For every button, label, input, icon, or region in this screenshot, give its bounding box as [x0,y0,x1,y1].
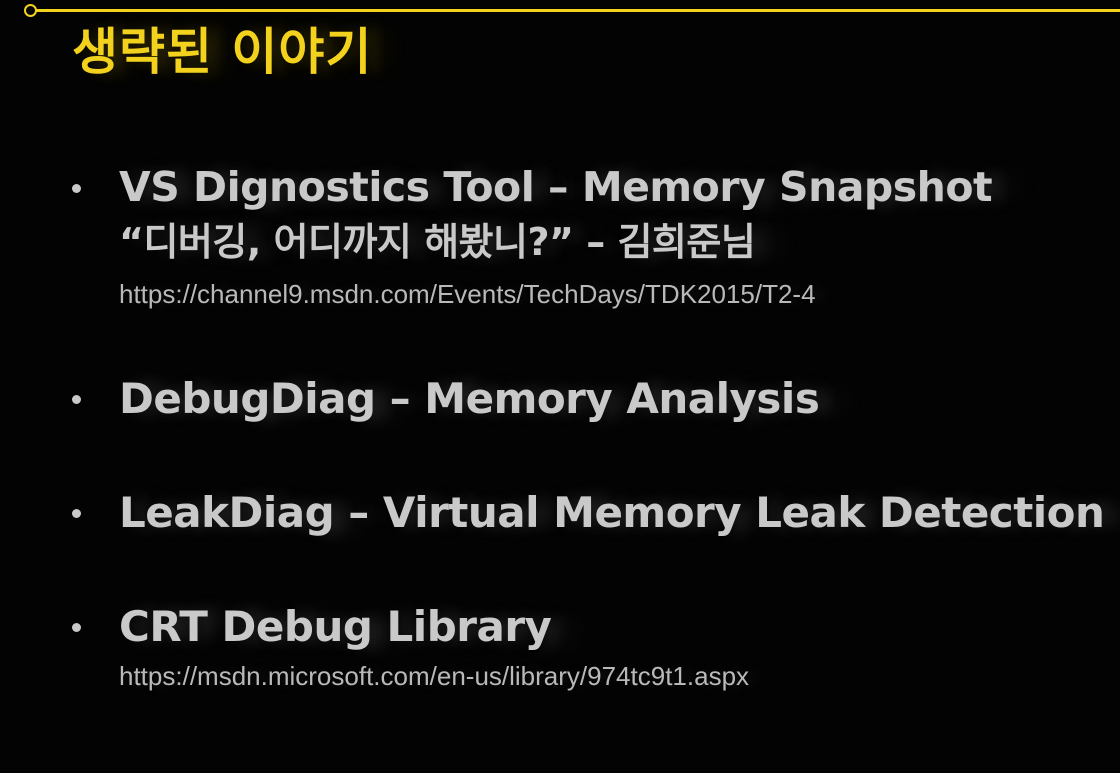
bullet-url: https://channel9.msdn.com/Events/TechDay… [119,279,816,309]
bullet-list: VS Dignostics Tool – Memory Snapshot “디버… [0,0,1120,773]
bullet-subtext: “디버깅, 어디까지 해봤니?” – 김희준님 [119,220,756,264]
bullet-text: CRT Debug Library [119,602,552,651]
bullet-url: https://msdn.microsoft.com/en-us/library… [119,661,750,691]
bullet-icon [72,623,81,632]
bullet-text: DebugDiag – Memory Analysis [119,374,820,423]
presentation-slide: 생략된 이야기 VS Dignostics Tool – Memory Snap… [0,0,1120,773]
bullet-text: LeakDiag – Virtual Memory Leak Detection [119,488,1105,537]
bullet-icon [72,395,81,404]
bullet-text: VS Dignostics Tool – Memory Snapshot [119,163,993,211]
bullet-icon [72,509,81,518]
bullet-icon [72,184,81,193]
